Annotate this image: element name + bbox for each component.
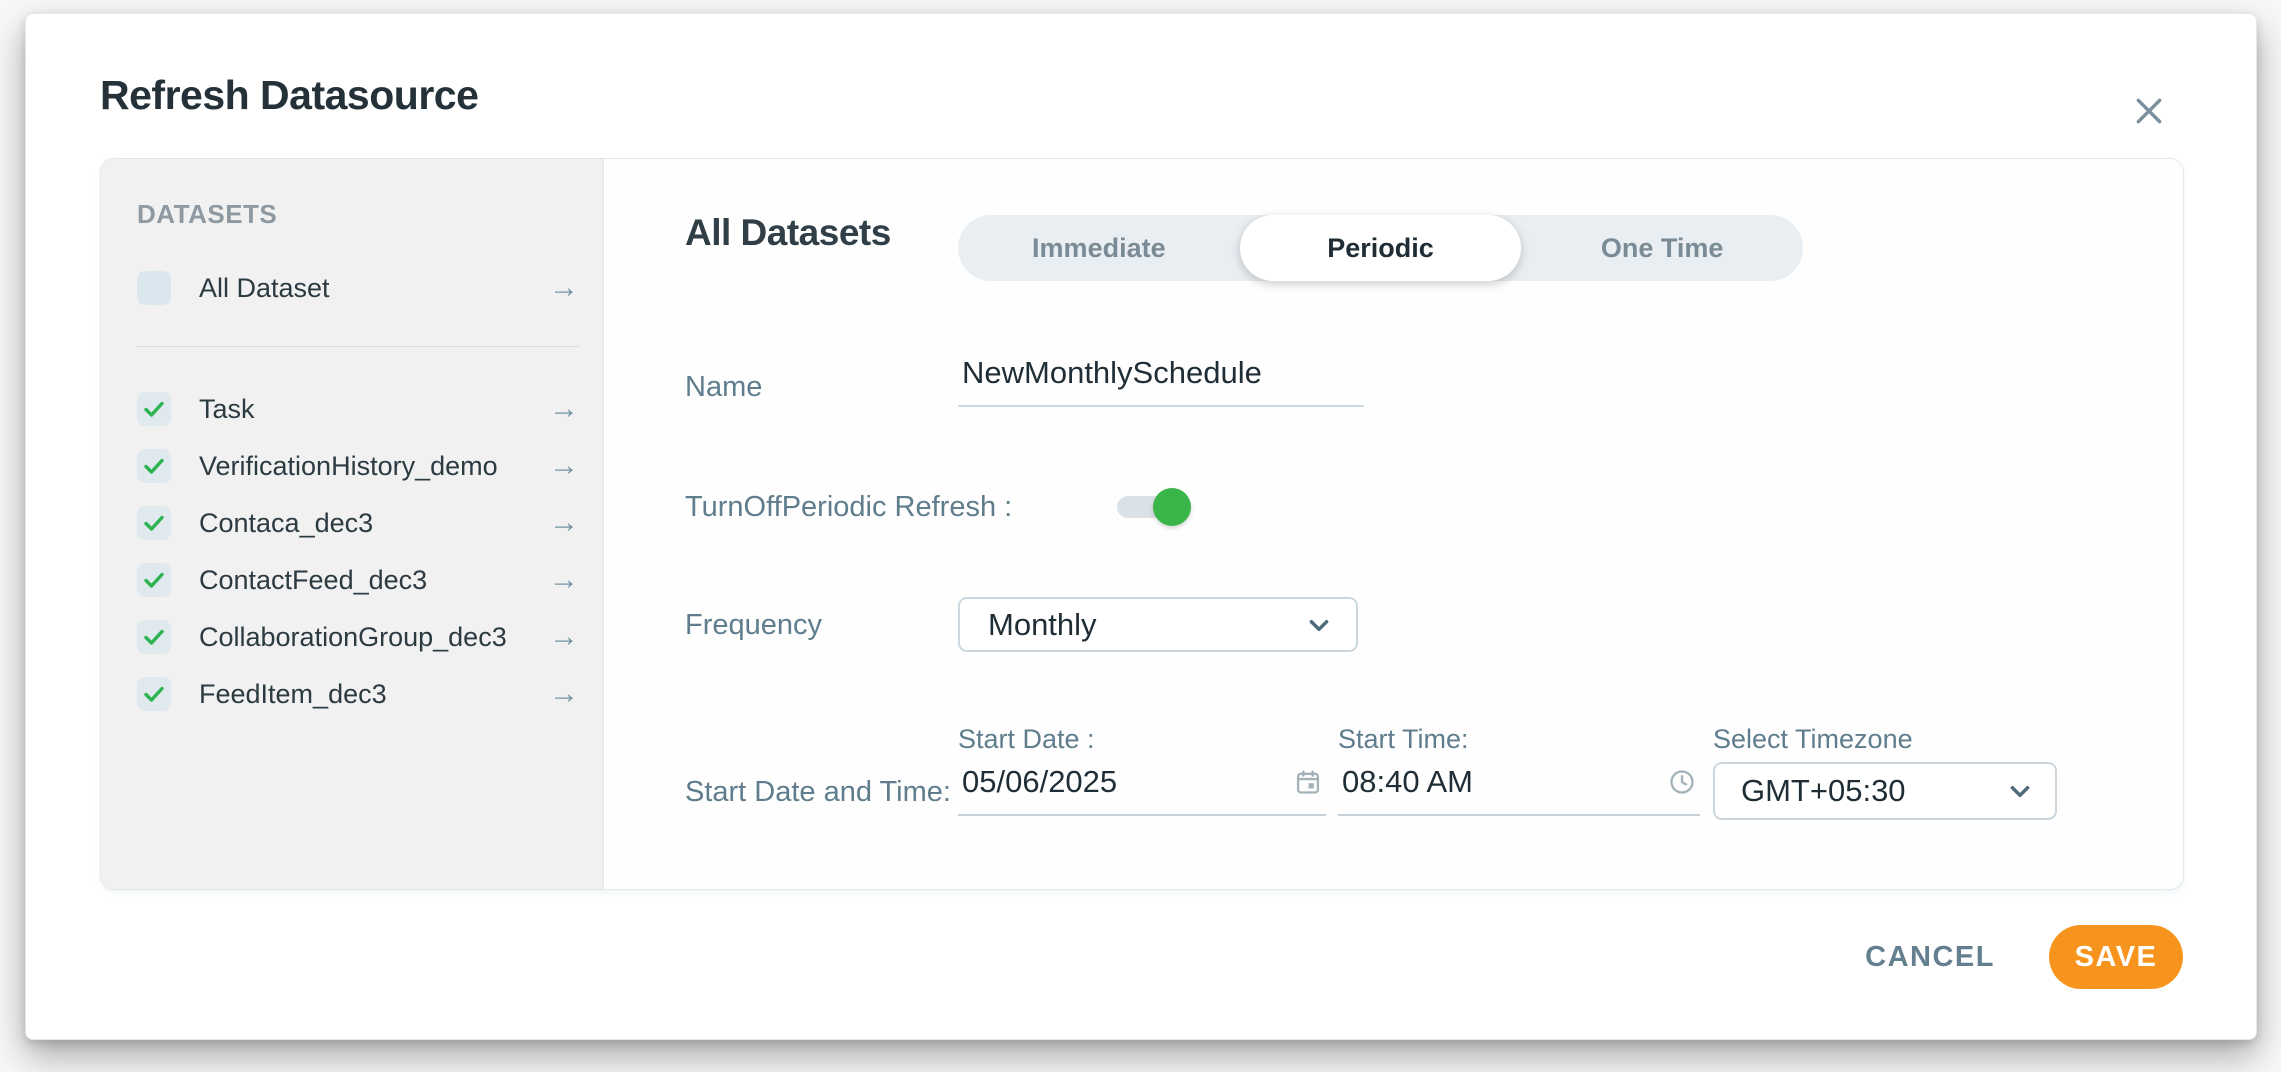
frequency-select[interactable]: Monthly <box>958 597 1358 652</box>
periodic-refresh-toggle[interactable] <box>1117 496 1187 518</box>
dataset-label: FeedItem_dec3 <box>199 679 387 710</box>
sidebar-divider <box>137 346 579 347</box>
dataset-checkbox[interactable] <box>137 677 171 711</box>
save-button[interactable]: SAVE <box>2049 925 2183 989</box>
dataset-label: All Dataset <box>199 273 330 304</box>
timezone-selected-value: GMT+05:30 <box>1741 773 2007 809</box>
datasets-sidebar: DATASETS All Dataset → Task → Verificati… <box>101 159 604 889</box>
timezone-select[interactable]: GMT+05:30 <box>1713 762 2057 820</box>
calendar-icon[interactable] <box>1294 768 1322 796</box>
start-date-group: Start Date : 05/06/2025 <box>958 724 1326 816</box>
clock-icon[interactable] <box>1668 768 1696 796</box>
start-time-input[interactable]: 08:40 AM <box>1338 764 1700 816</box>
start-time-group: Start Time: 08:40 AM <box>1338 724 1700 816</box>
schedule-settings-area: All Datasets Immediate Periodic One Time… <box>604 159 2183 889</box>
start-date-input[interactable]: 05/06/2025 <box>958 764 1326 816</box>
start-date-time-label: Start Date and Time: <box>685 776 951 809</box>
start-time-sublabel: Start Time: <box>1338 724 1700 754</box>
dataset-checkbox[interactable] <box>137 563 171 597</box>
tab-one-time[interactable]: One Time <box>1521 215 1803 281</box>
dataset-checkbox[interactable] <box>137 620 171 654</box>
dataset-label: CollaborationGroup_dec3 <box>199 622 507 653</box>
schedule-type-tabs: Immediate Periodic One Time <box>958 215 1803 281</box>
sidebar-item-feeditem[interactable]: FeedItem_dec3 → <box>137 676 579 712</box>
dataset-label: ContactFeed_dec3 <box>199 565 427 596</box>
timezone-group: Select Timezone GMT+05:30 <box>1713 724 2057 820</box>
dataset-checkbox[interactable] <box>137 392 171 426</box>
arrow-right-icon[interactable]: → <box>549 394 579 424</box>
frequency-selected-value: Monthly <box>988 607 1306 643</box>
all-datasets-heading: All Datasets <box>685 212 891 254</box>
arrow-right-icon[interactable]: → <box>549 451 579 481</box>
all-dataset-checkbox[interactable] <box>137 271 171 305</box>
arrow-right-icon[interactable]: → <box>549 565 579 595</box>
arrow-right-icon[interactable]: → <box>549 273 579 303</box>
tab-immediate[interactable]: Immediate <box>958 215 1240 281</box>
chevron-down-icon <box>2007 778 2033 804</box>
start-date-sublabel: Start Date : <box>958 724 1326 754</box>
sidebar-item-collaborationgroup[interactable]: CollaborationGroup_dec3 → <box>137 619 579 655</box>
name-input[interactable]: NewMonthlySchedule <box>958 355 1364 407</box>
refresh-datasource-dialog: Refresh Datasource DATASETS All Dataset … <box>25 13 2257 1040</box>
dialog-title: Refresh Datasource <box>100 72 478 119</box>
sidebar-item-contactfeed[interactable]: ContactFeed_dec3 → <box>137 562 579 598</box>
dataset-checkbox[interactable] <box>137 449 171 483</box>
dataset-checkbox[interactable] <box>137 506 171 540</box>
close-icon[interactable] <box>2126 88 2172 134</box>
tab-periodic[interactable]: Periodic <box>1240 215 1522 281</box>
chevron-down-icon <box>1306 612 1332 638</box>
select-timezone-sublabel: Select Timezone <box>1713 724 2057 754</box>
arrow-right-icon[interactable]: → <box>549 508 579 538</box>
cancel-button[interactable]: CANCEL <box>1865 941 1995 974</box>
sidebar-item-contaca[interactable]: Contaca_dec3 → <box>137 505 579 541</box>
sidebar-item-task[interactable]: Task → <box>137 391 579 427</box>
datasets-heading: DATASETS <box>137 199 579 230</box>
dataset-label: Contaca_dec3 <box>199 508 373 539</box>
dataset-label: VerificationHistory_demo <box>199 451 498 482</box>
turn-off-periodic-label: TurnOffPeriodic Refresh : <box>685 491 1012 524</box>
name-label: Name <box>685 371 762 404</box>
dialog-body-panel: DATASETS All Dataset → Task → Verificati… <box>100 158 2184 890</box>
name-input-value: NewMonthlySchedule <box>962 355 1360 391</box>
dialog-footer: CANCEL SAVE <box>1865 925 2183 989</box>
toggle-knob <box>1153 488 1191 526</box>
sidebar-item-verificationhistory[interactable]: VerificationHistory_demo → <box>137 448 579 484</box>
start-time-value: 08:40 AM <box>1342 764 1668 800</box>
sidebar-item-all-dataset[interactable]: All Dataset → <box>137 270 579 306</box>
frequency-label: Frequency <box>685 609 822 642</box>
start-date-value: 05/06/2025 <box>962 764 1294 800</box>
dataset-label: Task <box>199 394 255 425</box>
arrow-right-icon[interactable]: → <box>549 679 579 709</box>
arrow-right-icon[interactable]: → <box>549 622 579 652</box>
